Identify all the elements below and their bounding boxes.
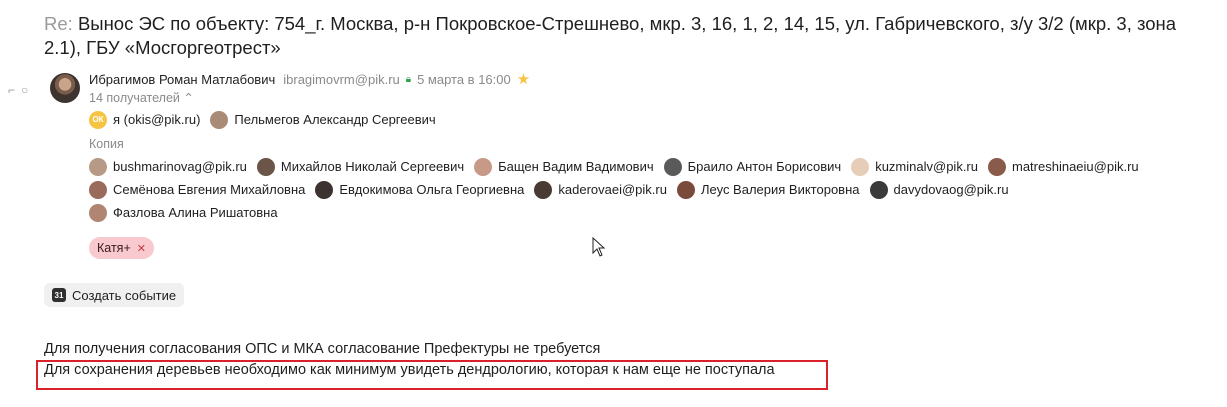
message-side-controls: ⌐ ○ bbox=[8, 84, 28, 96]
calendar-icon: 31 bbox=[52, 288, 66, 302]
subject-text: Вынос ЭС по объекту: 754_г. Москва, р-н … bbox=[44, 13, 1177, 58]
recipient-chip[interactable]: kaderovaei@pik.ru bbox=[534, 181, 667, 199]
lock-icon: 🔒︎ bbox=[405, 74, 412, 85]
create-event-button[interactable]: 31 Создать событие bbox=[44, 283, 185, 307]
recipient-chip[interactable]: Пельмегов Александр Сергеевич bbox=[210, 111, 436, 129]
avatar bbox=[534, 181, 553, 199]
label-tag[interactable]: Катя+ ✕ bbox=[89, 237, 154, 259]
recipient-name: Бащен Вадим Вадимович bbox=[498, 159, 654, 174]
avatar bbox=[89, 181, 107, 199]
avatar bbox=[474, 158, 493, 176]
message-date: 5 марта в 16:00 bbox=[417, 72, 511, 87]
recipients-toggle[interactable]: 14 получателей ⌃ bbox=[89, 90, 194, 106]
recipient-chip[interactable]: Евдокимова Ольга Георгиевна bbox=[315, 181, 524, 199]
to-recipients: ОК я (okis@pik.ru) Пельмегов Александр С… bbox=[89, 111, 446, 129]
avatar bbox=[869, 181, 888, 199]
label-tag-text: Катя+ bbox=[97, 241, 131, 255]
cc-recipients-row: Фазлова Алина Ришатовна bbox=[89, 204, 288, 222]
recipient-name: Михайлов Николай Сергеевич bbox=[280, 159, 465, 174]
recipient-chip[interactable]: Михайлов Николай Сергеевич bbox=[256, 158, 465, 176]
recipient-name: Леус Валерия Викторовна bbox=[700, 182, 860, 197]
recipient-name: kaderovaei@pik.ru bbox=[558, 182, 667, 197]
recipient-name: я (okis@pik.ru) bbox=[113, 112, 201, 127]
sender-name[interactable]: Ибрагимов Роман Матлабович bbox=[89, 71, 275, 89]
star-icon[interactable]: ★ bbox=[517, 71, 530, 89]
recipient-chip[interactable]: matreshinaeiu@pik.ru bbox=[987, 158, 1139, 176]
avatar bbox=[676, 181, 695, 199]
recipient-chip[interactable]: Фазлова Алина Ришатовна bbox=[89, 204, 278, 222]
highlight-box bbox=[36, 360, 828, 390]
collapse-icon[interactable]: ⌐ bbox=[8, 84, 15, 96]
avatar bbox=[210, 111, 229, 129]
recipient-chip[interactable]: Бащен Вадим Вадимович bbox=[474, 158, 654, 176]
avatar bbox=[987, 158, 1006, 176]
recipient-chip[interactable]: Леус Валерия Викторовна bbox=[676, 181, 860, 199]
recipient-chip[interactable]: bushmarinovag@pik.ru bbox=[89, 158, 247, 176]
mouse-cursor-icon bbox=[592, 237, 606, 257]
cc-recipients-row: Семёнова Евгения Михайловна Евдокимова О… bbox=[89, 181, 1019, 199]
recipient-name: bushmarinovag@pik.ru bbox=[113, 159, 247, 174]
subject-prefix: Re: bbox=[44, 13, 73, 34]
recipients-count: 14 получателей bbox=[89, 91, 180, 105]
recipient-name: matreshinaeiu@pik.ru bbox=[1011, 159, 1139, 174]
sender-email[interactable]: ibragimovrm@pik.ru bbox=[283, 71, 400, 89]
read-status-icon[interactable]: ○ bbox=[21, 84, 28, 96]
avatar bbox=[663, 158, 682, 176]
email-subject: Re: Вынос ЭС по объекту: 754_г. Москва, … bbox=[44, 12, 1204, 60]
recipient-chip[interactable]: Браило Антон Борисович bbox=[663, 158, 842, 176]
recipient-chip[interactable]: kuzminalv@pik.ru bbox=[851, 158, 978, 176]
avatar bbox=[315, 181, 334, 199]
avatar bbox=[256, 158, 275, 176]
recipient-name: kuzminalv@pik.ru bbox=[875, 159, 978, 174]
recipient-chip[interactable]: Семёнова Евгения Михайловна bbox=[89, 181, 305, 199]
recipient-name: Браило Антон Борисович bbox=[687, 159, 842, 174]
avatar bbox=[89, 158, 107, 176]
create-event-label: Создать событие bbox=[72, 287, 177, 303]
body-paragraph: Для получения согласования ОПС и МКА сог… bbox=[44, 341, 601, 357]
recipient-name: Фазлова Алина Ришатовна bbox=[113, 205, 278, 220]
sender-avatar[interactable] bbox=[50, 73, 80, 103]
recipient-name: Семёнова Евгения Михайловна bbox=[113, 182, 306, 197]
recipient-name: davydovaog@pik.ru bbox=[893, 182, 1009, 197]
chevron-up-icon: ⌃ bbox=[183, 91, 194, 105]
cc-recipients-row: bushmarinovag@pik.ru Михайлов Николай Се… bbox=[89, 158, 1149, 176]
recipient-name: Евдокимова Ольга Георгиевна bbox=[339, 182, 525, 197]
avatar bbox=[851, 158, 870, 176]
avatar: ОК bbox=[89, 111, 107, 129]
close-icon[interactable]: ✕ bbox=[137, 242, 146, 255]
sender-row: Ибрагимов Роман Матлабович ibragimovrm@p… bbox=[89, 71, 530, 89]
avatar bbox=[89, 204, 107, 222]
recipient-chip[interactable]: ОК я (okis@pik.ru) bbox=[89, 111, 200, 129]
recipient-chip[interactable]: davydovaog@pik.ru bbox=[869, 181, 1009, 199]
copy-label: Копия bbox=[89, 137, 124, 151]
recipient-name: Пельмегов Александр Сергеевич bbox=[234, 112, 436, 127]
